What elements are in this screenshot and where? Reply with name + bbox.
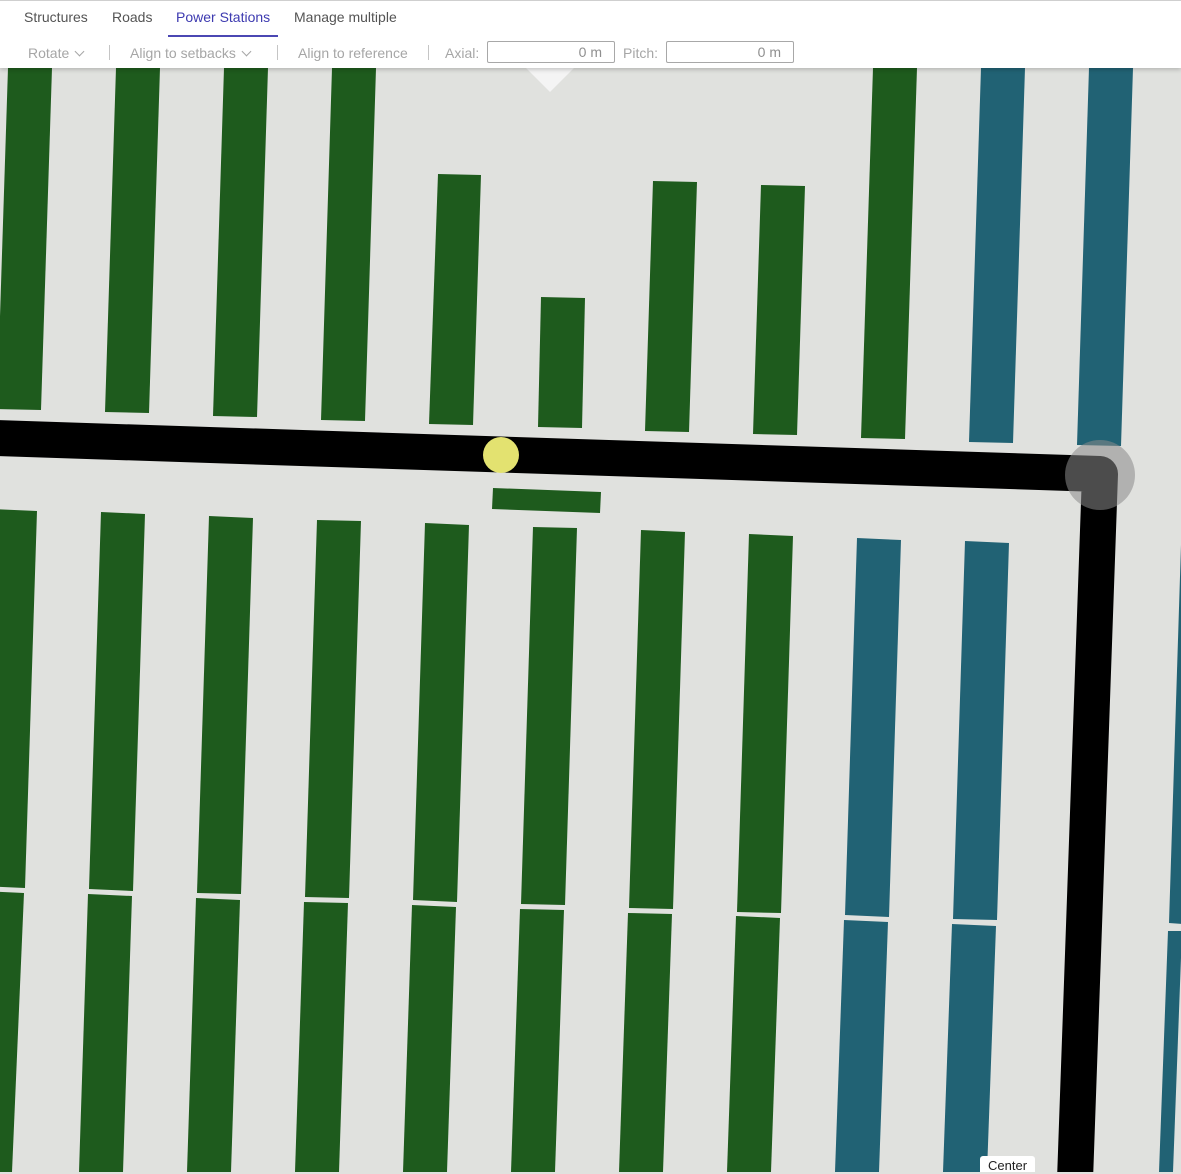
- toolbar-divider: [277, 45, 278, 60]
- pv-table[interactable]: [187, 898, 240, 1172]
- align-setbacks-dropdown[interactable]: Align to setbacks: [130, 41, 252, 65]
- pitch-input[interactable]: [666, 41, 794, 63]
- axial-label: Axial:: [445, 45, 480, 61]
- pv-table[interactable]: [429, 174, 481, 425]
- axial-input[interactable]: [487, 41, 615, 63]
- selected-point-marker[interactable]: [483, 437, 519, 473]
- pv-table[interactable]: [619, 913, 672, 1172]
- tab-power-stations[interactable]: Power Stations: [168, 1, 279, 37]
- tab-roads[interactable]: Roads: [104, 1, 160, 35]
- chevron-down-icon: [241, 46, 252, 57]
- pv-table[interactable]: [79, 894, 132, 1172]
- chevron-down-icon: [74, 46, 85, 57]
- toolbar-divider: [109, 45, 110, 60]
- power-station[interactable]: [492, 488, 601, 513]
- pv-table[interactable]: [511, 909, 564, 1172]
- pitch-label: Pitch:: [623, 45, 659, 61]
- pv-table[interactable]: [753, 185, 805, 435]
- tab-structures[interactable]: Structures: [16, 1, 96, 35]
- pv-table[interactable]: [538, 297, 585, 428]
- pv-table[interactable]: [835, 920, 888, 1172]
- pv-table[interactable]: [727, 916, 780, 1172]
- align-setbacks-label: Align to setbacks: [130, 45, 236, 61]
- map-canvas[interactable]: [0, 68, 1181, 1172]
- pv-table[interactable]: [295, 902, 348, 1172]
- road-node-handle[interactable]: [1065, 440, 1135, 510]
- toolbar-divider: [428, 45, 429, 60]
- tab-manage-multiple[interactable]: Manage multiple: [286, 1, 405, 35]
- toolbar: Structures Roads Power Stations Manage m…: [0, 0, 1181, 68]
- align-reference-button[interactable]: Align to reference: [298, 41, 408, 65]
- pv-table[interactable]: [943, 924, 996, 1172]
- center-button[interactable]: Center: [980, 1156, 1036, 1173]
- rotate-label: Rotate: [28, 45, 70, 61]
- pv-table[interactable]: [645, 181, 697, 432]
- rotate-dropdown[interactable]: Rotate: [28, 41, 85, 65]
- pv-table[interactable]: [403, 905, 456, 1172]
